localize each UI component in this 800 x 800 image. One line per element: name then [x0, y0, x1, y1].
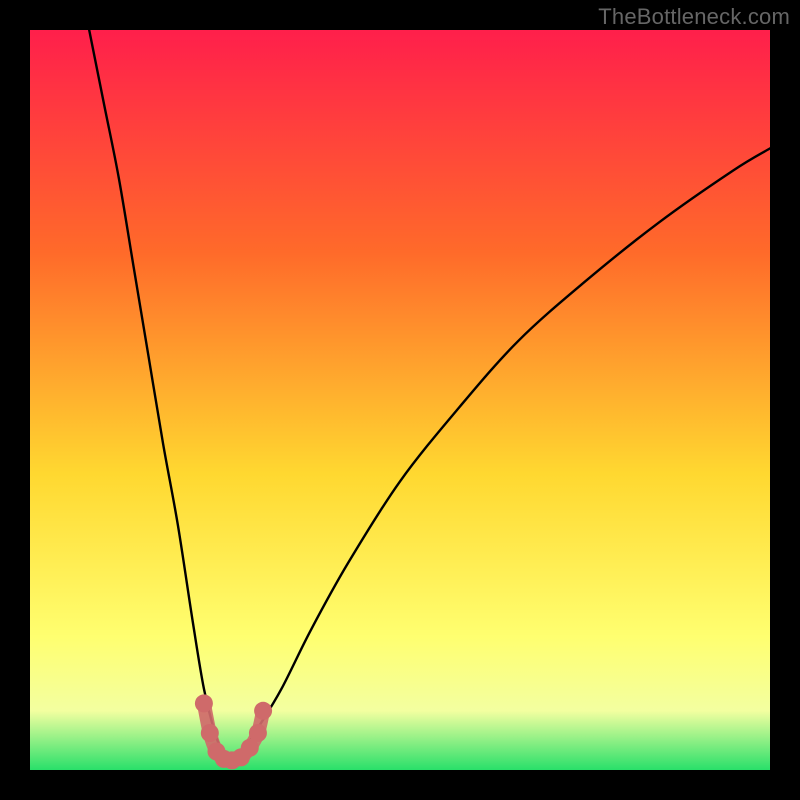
plot-area: [30, 30, 770, 770]
sweet-spot-dot: [195, 694, 213, 712]
chart-svg: [30, 30, 770, 770]
gradient-background: [30, 30, 770, 770]
sweet-spot-dot: [201, 724, 219, 742]
watermark-text: TheBottleneck.com: [598, 4, 790, 30]
sweet-spot-dot: [249, 724, 267, 742]
chart-frame: TheBottleneck.com: [0, 0, 800, 800]
sweet-spot-dot: [254, 702, 272, 720]
